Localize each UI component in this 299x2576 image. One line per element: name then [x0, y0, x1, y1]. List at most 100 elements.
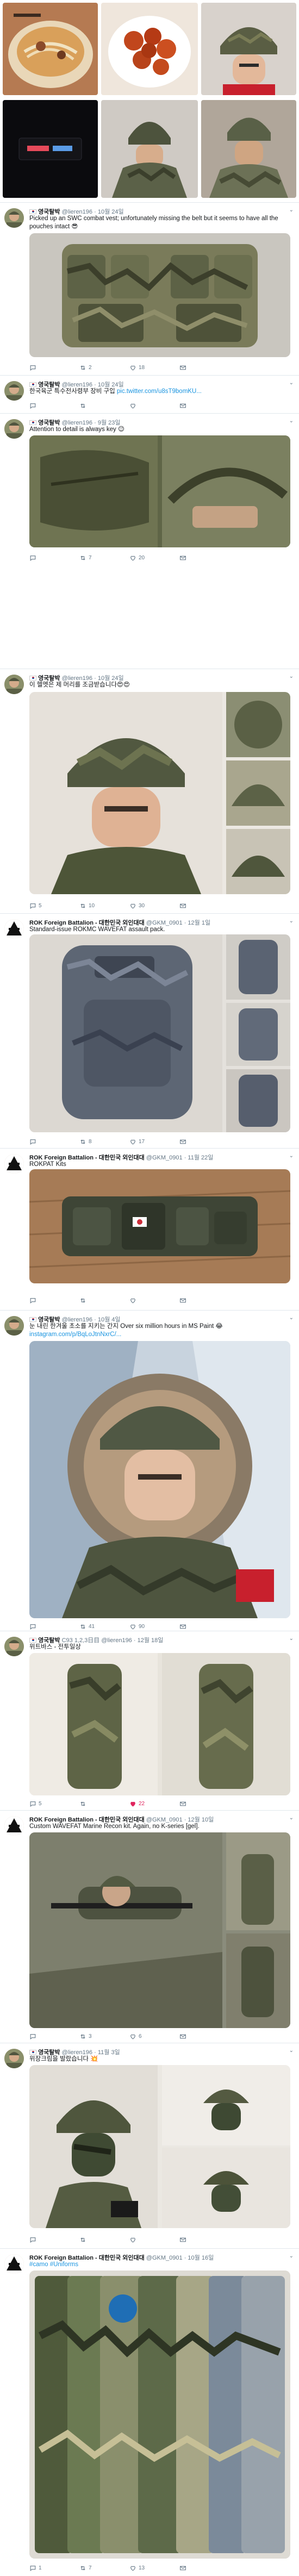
mail-icon [180, 903, 186, 908]
avatar[interactable] [4, 2049, 24, 2068]
dm-button[interactable] [179, 902, 229, 909]
more-icon[interactable]: ⌄ [289, 2253, 294, 2259]
reply-button[interactable] [29, 2236, 79, 2243]
dm-button[interactable] [179, 2032, 229, 2040]
tweet-media-uniforms[interactable] [29, 1653, 290, 1795]
more-icon[interactable]: ⌄ [289, 673, 294, 679]
tweet-media-recon[interactable] [29, 1832, 290, 2028]
tweet-card[interactable]: 영국탈박 C93 1,2,3日目 @lieren196 · 12월 18일 ⌄ … [0, 1631, 299, 1810]
tweet-card[interactable]: ROK Foreign Battalion - 대한민국 외인대대 @GKM_0… [0, 1148, 299, 1310]
like-button[interactable]: 90 [129, 1623, 179, 1630]
avatar[interactable] [4, 1154, 24, 1174]
tweet-media-backpack[interactable] [29, 934, 290, 1132]
more-icon[interactable]: ⌄ [289, 918, 294, 924]
reply-button[interactable] [29, 1138, 79, 1145]
retweet-button[interactable] [79, 2236, 129, 2243]
more-icon[interactable]: ⌄ [289, 380, 294, 386]
more-icon[interactable]: ⌄ [289, 418, 294, 424]
dark-led-display-photo[interactable] [3, 100, 98, 198]
avatar[interactable] [4, 919, 24, 939]
tweet-media-camo-rack[interactable] [29, 2271, 290, 2559]
soldier-portrait-photo[interactable] [201, 100, 296, 198]
avatar[interactable] [4, 2254, 24, 2274]
dm-button[interactable] [179, 364, 229, 371]
tweet-card[interactable]: ROK Foreign Battalion - 대한민국 외인대대 @GKM_0… [0, 1810, 299, 2043]
more-icon[interactable]: ⌄ [289, 1815, 294, 1821]
like-button[interactable]: 22 [129, 1800, 179, 1807]
like-button[interactable]: 20 [129, 554, 179, 562]
avatar[interactable] [4, 675, 24, 694]
avatar[interactable] [4, 1816, 24, 1836]
dm-button[interactable] [179, 402, 229, 409]
avatar[interactable] [4, 1637, 24, 1656]
soldier-with-helmet-photo[interactable] [101, 100, 198, 198]
dm-button[interactable] [179, 1138, 229, 1145]
retweet-button[interactable]: 7 [79, 554, 129, 562]
dm-button[interactable] [179, 554, 229, 562]
tweet-card[interactable]: 영국탈박 @lieren196 · 11월 3일 ⌄ 위장크림을 발랐습니다 💥 [0, 2043, 299, 2248]
reply-button[interactable] [29, 1296, 79, 1304]
tweet-link[interactable]: instagram.com/p/BqLoJtnNxrC/... [29, 1331, 121, 1338]
retweet-button[interactable] [79, 402, 129, 409]
like-button[interactable]: 30 [129, 902, 179, 909]
dm-button[interactable] [179, 1800, 229, 1807]
retweet-button[interactable]: 7 [79, 2564, 129, 2572]
tweet-media-rokpat[interactable] [29, 1169, 290, 1283]
more-icon[interactable]: ⌄ [289, 1153, 294, 1159]
retweet-button[interactable]: 41 [79, 1623, 129, 1630]
retweet-button[interactable]: 10 [79, 902, 129, 909]
tweet-card[interactable]: 영국탈박 @lieren196 · 10월 24일 ⌄ Picked up an… [0, 202, 299, 375]
like-button[interactable]: 17 [129, 1138, 179, 1145]
retweet-button[interactable]: 2 [79, 364, 129, 371]
korea-flag-icon [29, 382, 36, 387]
dm-button[interactable] [179, 2236, 229, 2243]
reply-button[interactable] [29, 2032, 79, 2040]
tweet-media-helmet[interactable] [29, 692, 290, 894]
reply-button[interactable] [29, 402, 79, 409]
reply-button[interactable] [29, 1623, 79, 1630]
food-photo-chicken[interactable] [101, 3, 198, 95]
retweet-icon [80, 2565, 85, 2571]
tweet-card[interactable]: 영국탈박 @lieren196 · 10월 24일 ⌄ 한국육군 특수전사령부 … [0, 375, 299, 413]
dm-button[interactable] [179, 2564, 229, 2572]
tweet-hashtags[interactable]: #camo #Uniforms [29, 2261, 78, 2268]
tweet-media-winter[interactable] [29, 1341, 290, 1618]
reply-button[interactable] [29, 364, 79, 371]
tweet-card[interactable]: 영국탈박 @lieren196 · 9월 23일 ⌄ Attention to … [0, 413, 299, 564]
avatar[interactable] [4, 381, 24, 401]
tweet-card[interactable]: ROK Foreign Battalion - 대한민국 외인대대 @GKM_0… [0, 2248, 299, 2576]
reply-button[interactable]: 1 [29, 2564, 79, 2572]
avatar[interactable] [4, 208, 24, 228]
tweet-card[interactable]: ROK Foreign Battalion - 대한민국 외인대대 @GKM_0… [0, 913, 299, 1148]
more-icon[interactable]: ⌄ [289, 1315, 294, 1321]
reply-button[interactable]: 5 [29, 902, 79, 909]
like-button[interactable]: 18 [129, 364, 179, 371]
like-button[interactable]: 13 [129, 2564, 179, 2572]
retweet-button[interactable] [79, 1800, 129, 1807]
more-icon[interactable]: ⌄ [289, 207, 294, 213]
tweet-text: 이 헬멧은 제 머리를 조금받습니다😍😍 [29, 681, 286, 689]
more-icon[interactable]: ⌄ [289, 2048, 294, 2054]
dm-button[interactable] [179, 1623, 229, 1630]
tweet-card[interactable]: 영국탈박 @lieren196 · 10월 24일 ⌄ 이 헬멧은 제 머리를 … [0, 669, 299, 913]
like-button[interactable] [129, 1296, 179, 1304]
tweet-media-facepaint[interactable] [29, 2065, 290, 2228]
tweet-media-detail[interactable] [29, 435, 290, 547]
avatar[interactable] [4, 1316, 24, 1336]
tweet-link[interactable]: pic.twitter.com/u8sT9bomKU... [117, 388, 202, 395]
helmet-selfie-photo[interactable] [201, 3, 296, 95]
reply-button[interactable] [29, 554, 79, 562]
reply-button[interactable]: 5 [29, 1800, 79, 1807]
retweet-button[interactable]: 8 [79, 1138, 129, 1145]
more-icon[interactable]: ⌄ [289, 1636, 294, 1642]
retweet-button[interactable]: 3 [79, 2032, 129, 2040]
avatar[interactable] [4, 419, 24, 439]
like-button[interactable] [129, 402, 179, 409]
like-button[interactable] [129, 2236, 179, 2243]
like-button[interactable]: 6 [129, 2032, 179, 2040]
tweet-card[interactable]: 영국탈박 @lieren196 · 10월 4일 ⌄ 눈 내린 한겨울 초소를 … [0, 1310, 299, 1631]
dm-button[interactable] [179, 1296, 229, 1304]
food-photo-noodles[interactable] [3, 3, 98, 95]
retweet-button[interactable] [79, 1296, 129, 1304]
tweet-media-vest[interactable] [29, 233, 290, 357]
